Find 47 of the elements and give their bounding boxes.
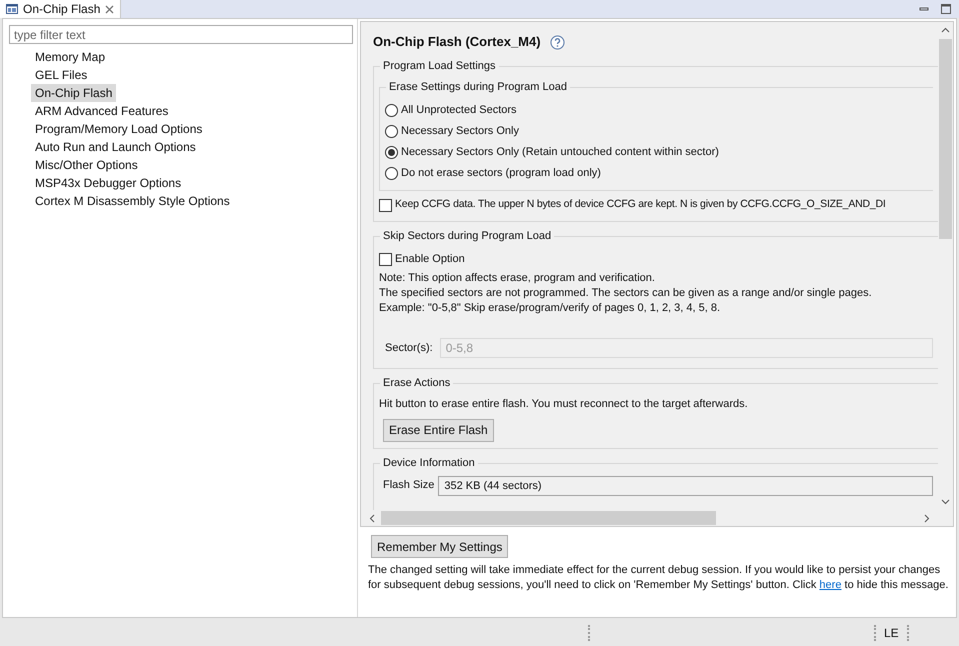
remember-settings-button[interactable]: Remember My Settings [371, 535, 508, 558]
help-icon[interactable] [550, 34, 565, 50]
nav-item[interactable]: ARM Advanced Features [31, 102, 172, 120]
erase-actions-text: Hit button to erase entire flash. You must reconnect to the target afterwards. [379, 397, 749, 412]
filter-field[interactable]: type filter text [9, 25, 353, 44]
scroll-up-icon[interactable] [941, 27, 950, 33]
radio-label: Do not erase sectors (program load only) [401, 166, 601, 182]
hide-message-link[interactable]: here [819, 579, 842, 591]
info-message: The changed setting will take immediate effect for the current debug session. If you would like to persist your changes for subsequent debug sessions, you'll need to click on 'Remember My Settings' button. Click here to hide this message. [368, 563, 950, 593]
maximize-icon[interactable] [941, 4, 951, 14]
sectors-label: Sector(s): [385, 340, 433, 356]
erase-flash-button[interactable]: Erase Entire Flash [383, 418, 494, 442]
status-mode: LE [883, 625, 900, 642]
nav-item[interactable]: GEL Files [31, 66, 92, 84]
nav-item[interactable]: Program/Memory Load Options [31, 120, 206, 138]
group-title: Erase Settings during Program Load [386, 79, 570, 96]
window-icon [6, 4, 18, 14]
scroll-right-icon[interactable] [924, 514, 930, 522]
checkbox[interactable] [379, 252, 392, 266]
scroll-down-icon[interactable] [941, 499, 950, 505]
radio-button[interactable] [385, 167, 398, 180]
nav-item[interactable]: MSP43x Debugger Options [31, 174, 186, 192]
nav-item[interactable]: Auto Run and Launch Options [31, 138, 200, 156]
flash-size-field: 352 KB (44 sectors) [438, 476, 933, 496]
checkbox[interactable] [379, 198, 392, 212]
page-title: On-Chip Flash (Cortex_M4) [373, 33, 541, 52]
editor-tab[interactable]: On-Chip Flash [0, 0, 122, 18]
close-icon[interactable] [105, 4, 114, 14]
note-text: Note: This option affects erase, program and verification. [379, 271, 656, 286]
checkbox-label: Enable Option [395, 252, 465, 267]
radio-label: Necessary Sectors Only [401, 124, 519, 140]
radio-button[interactable] [385, 146, 398, 159]
radio-label: Necessary Sectors Only (Retain untouched content within sector) [401, 145, 719, 160]
radio-button[interactable] [385, 125, 398, 138]
nav-item[interactable]: Misc/Other Options [31, 156, 142, 174]
group-title: Program Load Settings [380, 58, 499, 74]
flash-size-label: Flash Size [383, 478, 434, 494]
note-text: The specified sectors are not programmed. The sectors can be given as a range and/or single pages. [379, 286, 873, 301]
note-text: Example: "0-5,8" Skip erase/program/verify of pages 0, 1, 2, 3, 4, 5, 8. [379, 301, 722, 316]
checkbox-label: Keep CCFG data. The upper N bytes of device CCFG are kept. N is given by CCFG.CCFG_O_SIZE_AND_DI [395, 197, 886, 212]
radio-label: All Unprotected Sectors [401, 103, 517, 118]
nav-item[interactable]: Cortex M Disassembly Style Options [31, 192, 234, 210]
group-title: Skip Sectors during Program Load [380, 228, 554, 244]
nav-item[interactable]: On-Chip Flash [31, 84, 116, 102]
scroll-left-icon[interactable] [369, 514, 375, 522]
nav-item[interactable]: Memory Map [31, 48, 110, 66]
radio-button[interactable] [385, 104, 398, 117]
